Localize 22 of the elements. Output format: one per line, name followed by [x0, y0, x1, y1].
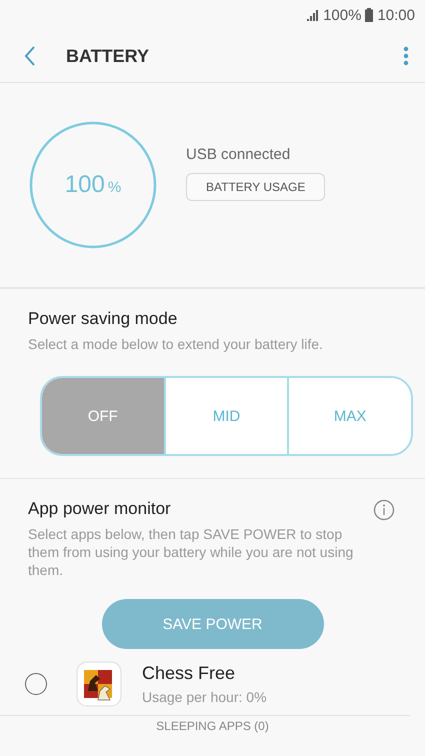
sleeping-apps-button[interactable]: SLEEPING APPS (0) — [152, 716, 273, 736]
screen-title: BATTERY — [66, 46, 150, 66]
app-usage: Usage per hour: 0% — [142, 689, 267, 705]
signal-icon — [307, 10, 320, 20]
section-title: Power saving mode — [28, 309, 178, 329]
clock: 10:00 — [377, 6, 415, 24]
app-name: Chess Free — [142, 663, 236, 684]
section-description: Select apps below, then tap SAVE POWER to stop them from using your battery while you are not using them. — [28, 525, 354, 579]
battery-percentage: 100 — [64, 171, 105, 199]
info-icon[interactable] — [371, 497, 397, 523]
battery-percent: 100% — [323, 6, 362, 24]
app-checkbox[interactable] — [25, 673, 47, 695]
percent-sign: % — [108, 179, 122, 196]
battery-usage-button[interactable]: BATTERY USAGE — [186, 172, 326, 200]
mode-option[interactable]: MAX — [287, 378, 411, 454]
section-description: Select a mode below to extend your battery life. — [28, 335, 324, 353]
battery-icon — [365, 8, 374, 22]
section-title: App power monitor — [28, 499, 172, 519]
more-options-button[interactable] — [401, 44, 411, 68]
mode-option[interactable]: OFF — [42, 378, 164, 454]
charging-status: USB connected — [186, 146, 292, 162]
chess-app-icon — [76, 661, 122, 707]
